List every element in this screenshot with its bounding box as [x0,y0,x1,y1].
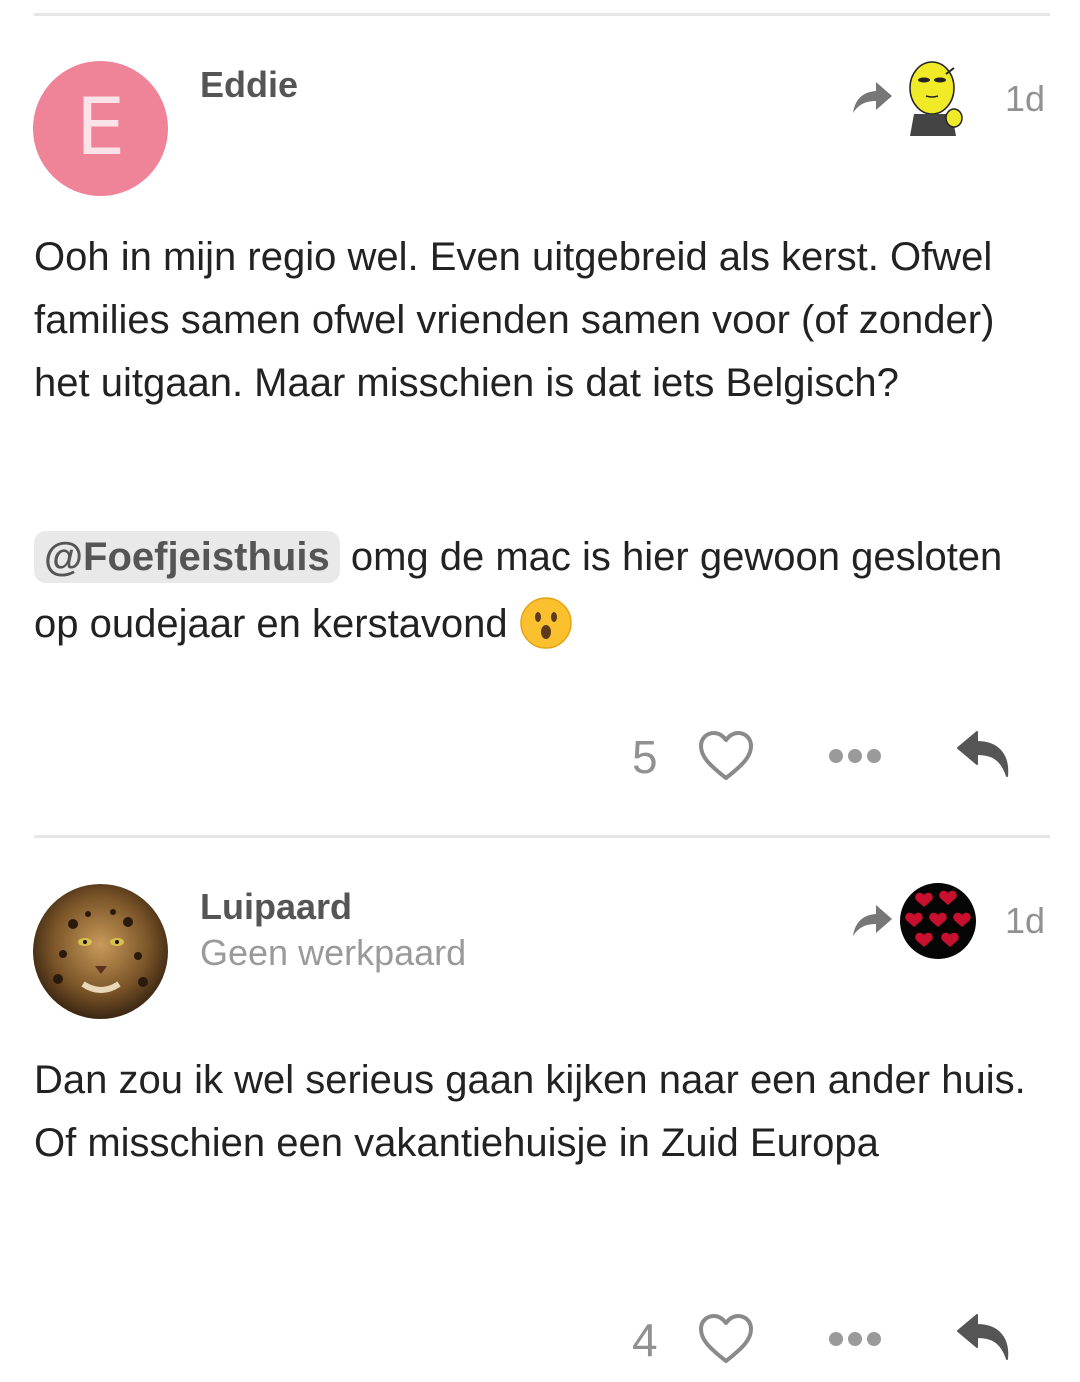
astonished-face-emoji [520,597,572,650]
mention-link[interactable]: @Foefjeisthuis [34,531,340,583]
post-paragraph: Dan zou ik wel serieus gaan kijken naar … [34,1058,1026,1165]
reply-arrow-icon[interactable] [955,728,1013,780]
post-body: Ooh in mijn regio wel. Even uitgebreid a… [34,226,1054,415]
reply-arrow-icon[interactable] [955,1311,1013,1363]
share-arrow-icon[interactable] [850,903,894,939]
post-body-mention: @Foefjeisthuis omg de mac is hier gewoon… [34,524,1054,658]
username[interactable]: Eddie [200,64,298,106]
post-divider [34,835,1050,838]
post-actions: 4 [0,1305,1080,1375]
user-title: Geen werkpaard [200,932,467,973]
heart-icon[interactable] [698,1313,754,1365]
post-body: Dan zou ik wel serieus gaan kijken naar … [34,1049,1054,1175]
top-divider [34,13,1050,16]
avatar[interactable]: E [33,61,168,196]
post-paragraph: Ooh in mijn regio wel. Even uitgebreid a… [34,235,995,405]
reply-to-avatar[interactable] [900,60,976,136]
username[interactable]: Luipaard [200,886,352,928]
more-dots-icon[interactable] [828,746,882,766]
like-count[interactable]: 5 [632,722,658,792]
more-dots-icon[interactable] [828,1329,882,1349]
avatar[interactable] [33,884,168,1019]
post-date: 1d [1005,900,1046,941]
post-date: 1d [1005,78,1046,119]
avatar-letter: E [75,83,126,173]
heart-icon[interactable] [698,730,754,782]
like-count[interactable]: 4 [632,1305,658,1375]
reply-to-avatar[interactable] [900,883,976,959]
post-actions: 5 [0,722,1080,792]
share-arrow-icon[interactable] [850,80,894,116]
